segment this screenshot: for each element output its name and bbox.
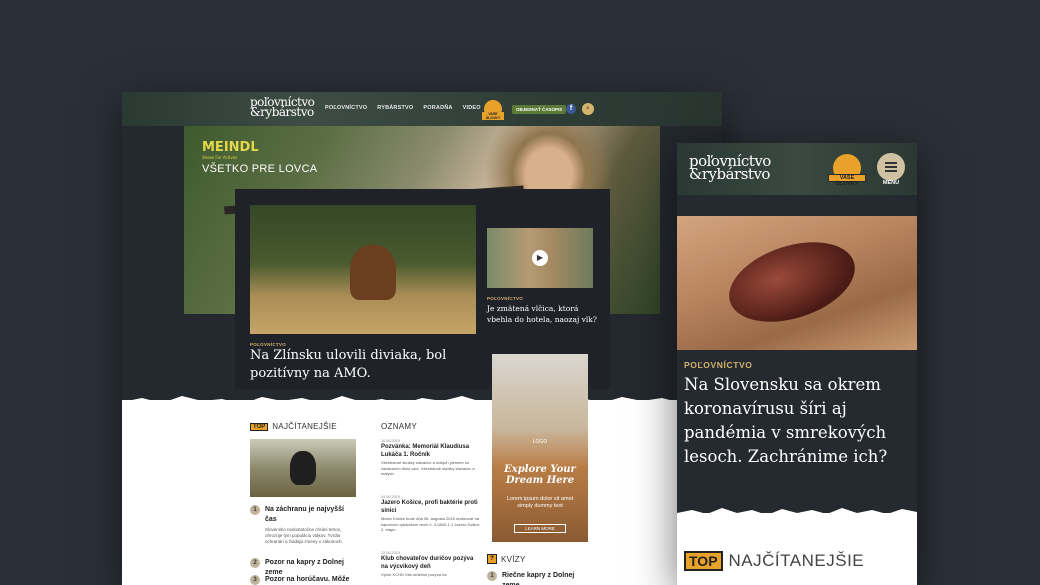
mobile-navbar: poľovníctvo &rybárstvo VAŠE ÚLOVKY MENU <box>677 143 917 195</box>
announcements-title: OZNAMY <box>381 422 418 431</box>
quiz-header: ? KVÍZY <box>487 554 526 564</box>
nav-item-hunting[interactable]: POĽOVNÍCTVO <box>325 105 367 111</box>
logo-line-2: &rybárstvo <box>250 105 314 120</box>
side-story-image[interactable]: ▶ <box>487 228 593 288</box>
list-item-title: Riečne kapry z Dolnej zeme <box>502 572 575 585</box>
rank-number: 1 <box>487 571 497 581</box>
top-section-header: TOP NAJČÍTANEJŠIE <box>684 551 864 571</box>
your-catches-badge[interactable]: VAŠE ÚLOVKY <box>482 100 504 120</box>
deer-figure <box>350 245 396 300</box>
desktop-navbar: poľovníctvo &rybárstvo POĽOVNÍCTVO RYBÁR… <box>122 92 722 126</box>
logo-line-2: &rybárstvo <box>689 164 770 183</box>
announcement-title: Jazero Košice, profi baktérie proti sini… <box>381 500 478 514</box>
ad-banner[interactable]: LOGO Explore Your Dream Here Lorem ipsum… <box>492 354 588 542</box>
top-section-title: NAJČÍTANEJŠIE <box>272 422 337 431</box>
brand-name: MEINDL <box>202 140 259 155</box>
ad-title: Explore Your Dream Here <box>504 464 576 486</box>
rank-number: 2 <box>250 558 260 568</box>
hero-title: VŠETKO PRE LOVCA <box>202 163 318 175</box>
top-section-header: TOP NAJČÍTANEJŠIE <box>250 422 337 431</box>
facebook-icon[interactable]: f <box>566 104 576 114</box>
nav-item-advice[interactable]: PORADŇA <box>423 105 452 111</box>
top-story-image[interactable] <box>250 439 356 497</box>
announcement-title: Klub chovateľov duričov pozýva na výcvik… <box>381 556 474 570</box>
rank-number: 3 <box>250 575 260 585</box>
subscribe-button[interactable]: OBJEDNAŤ ČASOPIS <box>512 105 567 114</box>
list-item[interactable]: 1 Riečne kapry z Dolnej zeme <box>487 571 582 585</box>
top-tag: TOP <box>684 551 723 571</box>
feature-image[interactable] <box>250 205 476 334</box>
top-tag: TOP <box>250 422 269 431</box>
announcement-item[interactable]: 22.06.2019 Klub chovateľov duričov pozýv… <box>381 551 481 578</box>
quiz-icon: ? <box>487 554 497 564</box>
announcements-header: OZNAMY <box>381 422 417 431</box>
brand-logo: MEINDL Shoes For Actives <box>202 140 259 160</box>
top-section-title: NAJČÍTANEJŠIE <box>728 551 865 570</box>
announcement-desc: Mesto Košice bude dňa 06. augusta 2018 r… <box>381 516 480 532</box>
list-item-title: Na záchranu je najvyšší čas <box>265 506 344 523</box>
main-nav: POĽOVNÍCTVO RYBÁRSTVO PORADŇA VIDEO <box>325 105 481 111</box>
ad-body: Lorem ipsum dolor sit amet simply dummy … <box>506 496 574 509</box>
beetle-figure <box>719 227 865 337</box>
your-catches-label: VAŠE ÚLOVKY <box>482 112 504 120</box>
side-story-title[interactable]: Je zmätená vlčica, ktorá vbehla do hotel… <box>487 303 597 325</box>
grouse-figure <box>290 451 316 485</box>
announcement-desc: Všestranné skúšky stavačov a malých plem… <box>381 460 475 476</box>
quiz-title: KVÍZY <box>501 554 526 564</box>
rank-number: 1 <box>250 505 260 515</box>
announcement-item[interactable]: 10.06.2019 Pozvánka: Memoriál Klaudiusa … <box>381 439 481 477</box>
desktop-mockup: poľovníctvo &rybárstvo POĽOVNÍCTVO RYBÁR… <box>122 92 722 585</box>
search-icon[interactable]: ⌕ <box>582 103 594 115</box>
content-area <box>677 513 917 585</box>
article-title[interactable]: Na Slovensku sa okrem koronavírusu šíri … <box>684 373 909 469</box>
announcement-item[interactable]: 04.06.2019 Jazero Košice, profi baktérie… <box>381 495 481 533</box>
nav-item-video[interactable]: VIDEO <box>463 105 481 111</box>
stage: poľovníctvo &rybárstvo POĽOVNÍCTVO RYBÁR… <box>0 0 1040 585</box>
menu-label[interactable]: MENU <box>879 180 903 186</box>
list-item-desc: Slovensko nedostatočne chráni tetrov, oh… <box>265 527 343 544</box>
mobile-mockup: poľovníctvo &rybárstvo VAŠE ÚLOVKY MENU … <box>677 143 917 585</box>
nav-item-fishing[interactable]: RYBÁRSTVO <box>377 105 413 111</box>
side-story-category: POĽOVNÍCTVO <box>487 296 524 301</box>
menu-icon[interactable] <box>877 153 905 181</box>
list-item-title: Pozor na horúčavu. Môže mať <box>265 576 350 583</box>
play-icon[interactable]: ▶ <box>532 250 548 266</box>
ad-learn-more-button[interactable]: LEARN MORE <box>514 524 566 533</box>
list-item[interactable]: 3 Pozor na horúčavu. Môže mať <box>250 575 355 585</box>
site-logo[interactable]: poľovníctvo &rybárstvo <box>689 154 771 183</box>
article-image[interactable] <box>677 216 917 350</box>
brand-tagline: Shoes For Actives <box>202 155 238 160</box>
site-logo[interactable]: poľovníctvo &rybárstvo <box>250 96 315 120</box>
your-catches-label: VAŠE ÚLOVKY <box>828 174 866 187</box>
article-category: POĽOVNÍCTVO <box>684 360 753 370</box>
your-catches-badge[interactable]: VAŠE ÚLOVKY <box>828 154 866 187</box>
list-item[interactable]: 1 Na záchranu je najvyšší čas Slovensko … <box>250 505 355 545</box>
announcement-desc: Výbor KCHD Vás srdečne pozýva na <box>381 572 447 577</box>
announcement-title: Pozvánka: Memoriál Klaudiusa Lukáča 1. R… <box>381 444 470 458</box>
feature-title[interactable]: Na Zlínsku ulovili diviaka, bol pozitívn… <box>250 347 470 383</box>
ad-logo: LOGO <box>532 439 548 445</box>
